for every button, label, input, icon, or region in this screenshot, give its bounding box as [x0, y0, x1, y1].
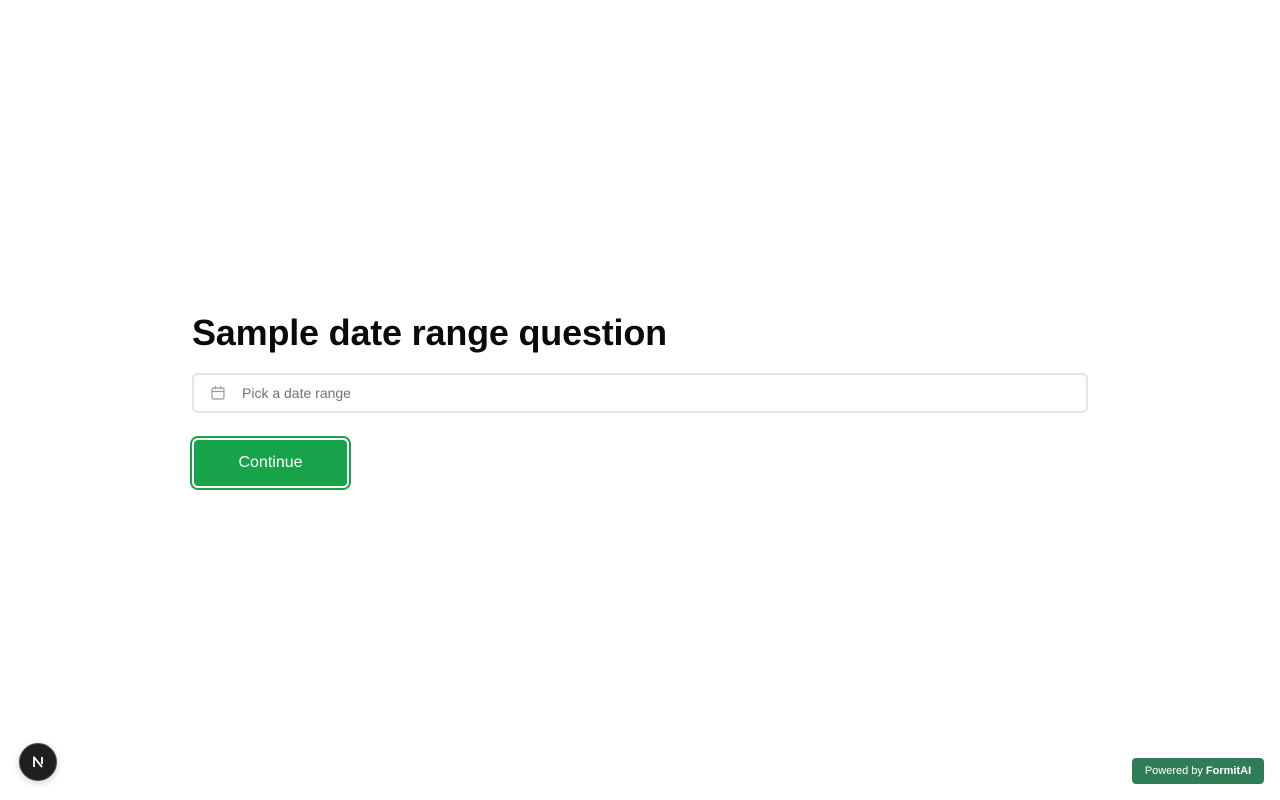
question-form: Sample date range question Pick a date r… [192, 312, 1088, 488]
question-title: Sample date range question [192, 312, 667, 353]
nextjs-dev-badge[interactable] [19, 743, 57, 781]
powered-by-prefix: Powered by [1144, 765, 1203, 777]
date-range-picker[interactable]: Pick a date range [192, 373, 1088, 413]
powered-by-badge[interactable]: Powered by FormitAI [1132, 758, 1264, 784]
continue-button[interactable]: Continue [192, 438, 349, 488]
powered-by-brand: FormitAI [1205, 765, 1252, 777]
date-range-placeholder: Pick a date range [242, 385, 351, 401]
n-logo-icon [33, 756, 43, 768]
calendar-icon [210, 385, 226, 401]
